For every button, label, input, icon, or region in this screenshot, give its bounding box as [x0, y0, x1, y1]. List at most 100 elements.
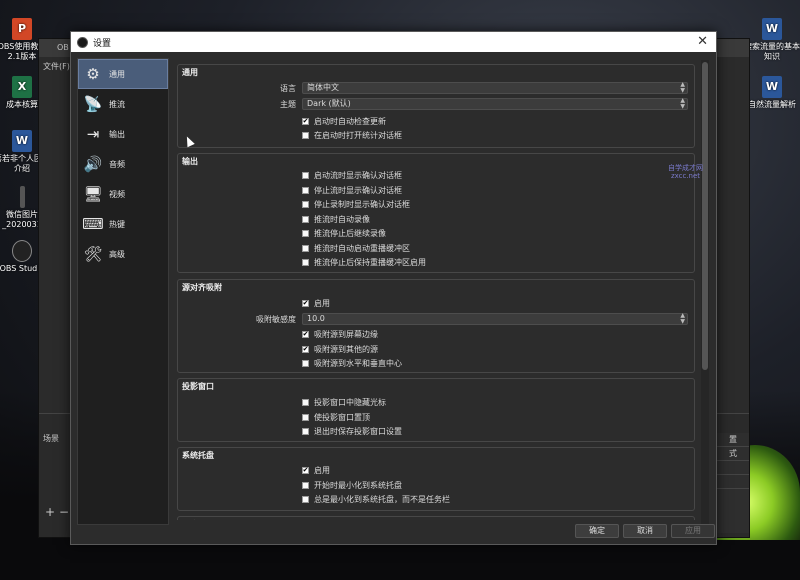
excel-icon: X [12, 76, 32, 98]
output-checkbox[interactable]: 推流时自动录像 [302, 214, 370, 225]
image-icon [19, 186, 25, 208]
sidebar-item-keyboard[interactable]: ⌨ 热键 [78, 209, 168, 239]
desktop-shortcut-label: 成本核算 [6, 100, 38, 109]
snapping-enable-label: 启用 [314, 299, 330, 308]
output-checkbox[interactable]: 启动流时显示确认对话框 [302, 170, 402, 181]
sidebar-item-label: 高级 [109, 249, 125, 259]
close-icon[interactable]: ✕ [697, 34, 708, 49]
snap-sensitivity-value: 10.0 [307, 314, 325, 323]
output-checkbox-label: 停止录制时显示确认对话框 [314, 200, 410, 209]
preview-group: 预览 [177, 516, 695, 520]
add-scene-button[interactable]: + [45, 505, 55, 519]
sidebar-item-speaker[interactable]: 🔊 音频 [78, 149, 168, 179]
desktop-shortcut-label: 微信图片_2020031 [2, 210, 42, 229]
projector-checkbox[interactable]: 退出时保存投影窗口设置 [302, 426, 402, 437]
projector-checkbox[interactable]: 投影窗口中隐藏光标 [302, 397, 386, 408]
snapping-checkbox-label: 吸附源到屏幕边缘 [314, 330, 378, 339]
general-group: 通用 语言 简体中文 ▲ ▼ 主题 Dark (默认) ▲ ▼ ✔ 启动时自动检查更新… [177, 64, 695, 148]
snapping-checkbox[interactable]: ✔ 吸附源到屏幕边缘 [302, 329, 378, 340]
language-label: 语言 [280, 84, 296, 93]
sidebar-item-output[interactable]: ⇥ 输出 [78, 119, 168, 149]
monitor-icon: 🖥 [83, 185, 103, 203]
ok-button[interactable]: 确定 [575, 524, 619, 538]
remove-scene-button[interactable]: − [59, 505, 69, 519]
output-checkbox-label: 推流时自动录像 [314, 214, 370, 224]
output-checkbox-label: 推流时自动启动重播缓冲区 [314, 243, 410, 253]
theme-select[interactable]: Dark (默认) ▲ ▼ [302, 98, 688, 110]
obs-icon [12, 240, 32, 262]
snapping-checkbox-label: 吸附源到其他的源 [314, 344, 378, 354]
sidebar-item-tools[interactable]: 🛠 高级 [78, 239, 168, 269]
snap-sensitivity-spinbox[interactable]: 10.0 ▲ ▼ [302, 313, 688, 325]
snapping-enable-checkbox[interactable]: ✔ 启用 [302, 298, 330, 309]
general-group-title: 通用 [182, 68, 198, 77]
tools-icon: 🛠 [83, 245, 103, 263]
word-icon: W [762, 18, 782, 40]
snapping-checkbox-label: 吸附源到水平和垂直中心 [314, 359, 402, 368]
sidebar-item-label: 通用 [109, 69, 125, 79]
general-checkbox[interactable]: ✔ 启动时自动检查更新 [302, 116, 386, 127]
desktop-shortcut-label: 搜索流量的基本知识 [744, 42, 800, 61]
output-checkbox-label: 推流停止后继续录像 [314, 229, 386, 238]
spin-arrows-icon[interactable]: ▲ ▼ [680, 313, 685, 325]
antenna-icon: 📡 [83, 95, 103, 113]
sidebar-item-antenna[interactable]: 📡 推流 [78, 89, 168, 119]
tray-checkbox[interactable]: 总是最小化到系统托盘，而不是任务栏 [302, 494, 450, 505]
output-checkbox-label: 停止流时显示确认对话框 [314, 185, 402, 195]
tray-checkbox[interactable]: ✔ 启用 [302, 465, 330, 476]
snapping-checkbox[interactable]: ✔ 吸附源到其他的源 [302, 344, 378, 355]
checkbox-box [302, 259, 309, 266]
language-select[interactable]: 简体中文 ▲ ▼ [302, 82, 688, 94]
pdf-icon: P [12, 18, 32, 40]
sidebar-item-monitor[interactable]: 🖥 视频 [78, 179, 168, 209]
snapping-group-title: 源对齐吸附 [182, 283, 222, 292]
output-checkbox[interactable]: 推流停止后继续录像 [302, 228, 386, 239]
theme-label: 主题 [280, 100, 296, 109]
scrollbar-thumb[interactable] [702, 62, 708, 370]
speaker-icon: 🔊 [83, 155, 103, 173]
site-watermark: 自学成才网 zxcc.net [668, 164, 703, 180]
checkbox-box [302, 201, 309, 208]
dialog-footer: 确定 取消 应用 [71, 522, 718, 546]
tray-checkbox[interactable]: 开始时最小化到系统托盘 [302, 480, 402, 491]
snapping-checkbox[interactable]: 吸附源到水平和垂直中心 [302, 358, 402, 369]
sidebar-item-label: 视频 [109, 189, 125, 199]
snap-sensitivity-label: 吸附敏感度 [256, 315, 296, 324]
tray-checkbox-label: 启用 [314, 466, 330, 475]
output-checkbox[interactable]: 推流停止后保持重播缓冲区启用 [302, 257, 426, 268]
obs-file-menu[interactable]: 文件(F) [43, 61, 70, 72]
sidebar-item-label: 音频 [109, 159, 125, 169]
output-checkbox[interactable]: 停止流时显示确认对话框 [302, 185, 402, 196]
word-icon: W [12, 130, 32, 152]
spin-arrows-icon: ▲ ▼ [680, 97, 685, 110]
sidebar-item-gear[interactable]: ⚙ 通用 [78, 59, 168, 89]
settings-scrollbar[interactable] [701, 60, 709, 530]
sidebar-item-label: 推流 [109, 99, 125, 109]
checkbox-box [302, 215, 309, 223]
sidebar-item-label: 热键 [109, 219, 125, 229]
projector-checkbox[interactable]: 使投影窗口置顶 [302, 412, 370, 423]
output-group: 输出 启动流时显示确认对话框 停止流时显示确认对话框 停止录制时显示确认对话框 推流时… [177, 153, 695, 273]
checkbox-box [302, 428, 309, 435]
settings-content: 通用 语言 简体中文 ▲ ▼ 主题 Dark (默认) ▲ ▼ ✔ 启动时自动检查更新… [177, 58, 697, 520]
checkbox-box [302, 360, 309, 367]
general-checkbox-label: 在启动时打开统计对话框 [314, 131, 402, 140]
checkbox-box [302, 132, 309, 139]
language-value: 简体中文 [307, 83, 339, 92]
settings-dialog: 设置 ✕ ⚙ 通用 📡 推流 ⇥ 输出 🔊 音频 🖥 视频 ⌨ 热键 🛠 高级 通用 语言 简体中文 ▲ ▼… [70, 31, 717, 545]
general-checkbox[interactable]: 在启动时打开统计对话框 [302, 130, 402, 141]
output-checkbox[interactable]: 推流时自动启动重播缓冲区 [302, 243, 410, 254]
desktop-shortcut[interactable]: W 搜索流量的基本知识 [742, 18, 800, 62]
keyboard-icon: ⌨ [82, 215, 104, 233]
preview-group-title: 预览 [182, 519, 198, 520]
tray-checkbox-label: 总是最小化到系统托盘，而不是任务栏 [314, 495, 450, 504]
output-checkbox[interactable]: 停止录制时显示确认对话框 [302, 199, 410, 210]
theme-value: Dark (默认) [307, 99, 351, 108]
checkbox-box: ✔ [302, 299, 309, 307]
cancel-button[interactable]: 取消 [623, 524, 667, 538]
apply-button[interactable]: 应用 [671, 524, 715, 538]
tray-group: 系统托盘 ✔ 启用 开始时最小化到系统托盘 总是最小化到系统托盘，而不是任务栏 [177, 447, 695, 511]
checkbox-box: ✔ [302, 344, 309, 353]
desktop-shortcut[interactable]: W 自然流量解析 [742, 76, 800, 110]
spin-arrows-icon: ▲ ▼ [680, 81, 685, 94]
